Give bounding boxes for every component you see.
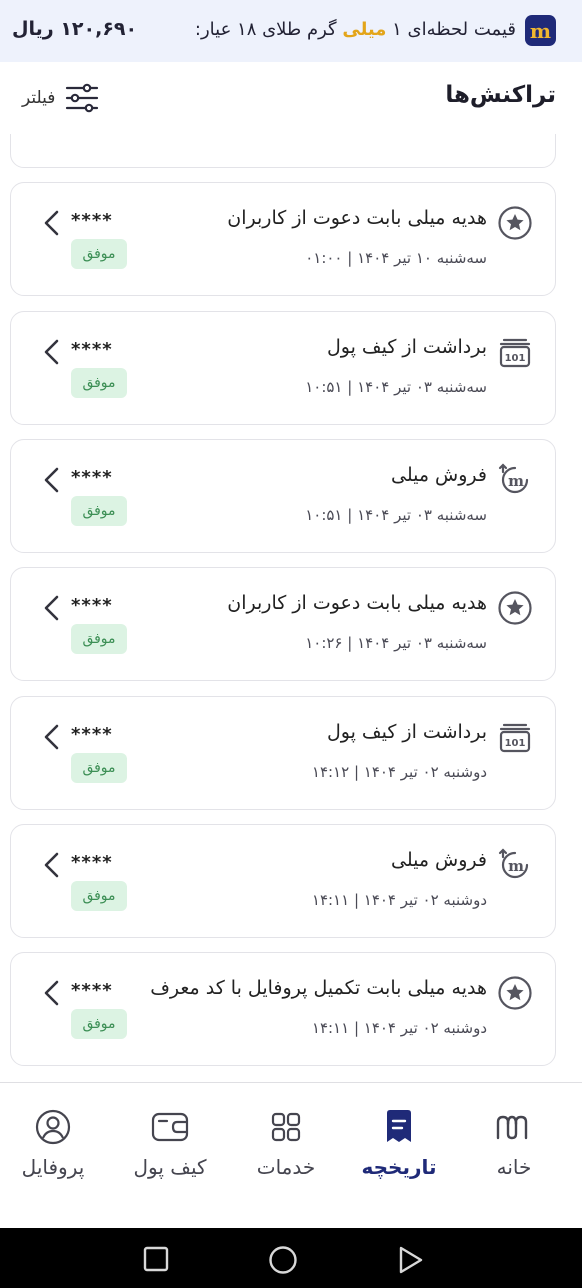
transaction-date: دوشنبه ۰۲ تیر ۱۴۰۴ | ۱۴:۱۲ <box>311 763 487 781</box>
transaction-title: برداشت از کیف پول <box>326 721 487 743</box>
transaction-date: سه‌شنبه ۰۳ تیر ۱۴۰۴ | ۱۰:۵۱ <box>305 506 487 524</box>
sell-milli-icon: m <box>497 462 533 498</box>
gold-price-value: ۱۲۰,۶۹۰ ریال <box>12 18 138 40</box>
transaction-date: سه‌شنبه ۰۳ تیر ۱۴۰۴ | ۱۰:۲۶ <box>305 634 487 652</box>
transactions-list[interactable]: هدیه میلی بابت دعوت از کاربران سه‌شنبه ۱۰… <box>0 134 582 1082</box>
status-badge: موفق <box>71 1009 127 1039</box>
system-nav-bar <box>0 1228 582 1288</box>
transaction-date: دوشنبه ۰۲ تیر ۱۴۰۴ | ۱۴:۱۱ <box>311 1019 487 1037</box>
star-icon <box>497 590 533 626</box>
circle-icon[interactable] <box>268 1245 298 1275</box>
nav-home[interactable]: خانه <box>466 1083 562 1229</box>
transaction-title: برداشت از کیف پول <box>326 336 487 358</box>
transaction-title: فروش میلی <box>390 464 487 486</box>
svg-text:m: m <box>508 472 524 490</box>
svg-text:101: 101 <box>505 738 526 749</box>
filter-button[interactable]: فیلتر <box>22 82 99 114</box>
chevron-left-icon[interactable] <box>41 209 63 237</box>
transaction-title: هدیه میلی بابت تکمیل پروفایل با کد معرف <box>150 977 487 999</box>
live-price-bar: ۱۲۰,۶۹۰ ریال قیمت لحظه‌ای ۱ میلی گرم طلا… <box>0 0 582 62</box>
milli-logo: m <box>525 15 556 46</box>
transaction-card[interactable]: 101 برداشت از کیف پول سه‌شنبه ۰۳ تیر ۱۴۰۴ … <box>10 311 556 425</box>
transaction-card[interactable]: هدیه میلی بابت دعوت از کاربران سه‌شنبه ۱۰… <box>10 182 556 296</box>
star-icon <box>497 205 533 241</box>
grid-icon <box>266 1107 306 1147</box>
transaction-title: هدیه میلی بابت دعوت از کاربران <box>227 592 487 614</box>
nav-profile[interactable]: پروفایل <box>8 1083 98 1229</box>
gold-price-label: قیمت لحظه‌ای ۱ میلی گرم طلای ۱۸ عیار: <box>194 19 516 40</box>
status-badge: موفق <box>71 753 127 783</box>
bottom-nav: خانه تاریخچه خدمات کیف پول پروفایل <box>0 1082 582 1228</box>
square-icon[interactable] <box>143 1246 169 1272</box>
receipt-icon <box>379 1107 419 1147</box>
status-badge: موفق <box>71 496 127 526</box>
transaction-card[interactable]: 101 برداشت از کیف پول دوشنبه ۰۲ تیر ۱۴۰۴ |… <box>10 696 556 810</box>
withdraw-wallet-icon: 101 <box>497 719 533 755</box>
filter-label: فیلتر <box>22 88 56 108</box>
star-icon <box>497 975 533 1011</box>
nav-profile-label: پروفایل <box>21 1155 85 1179</box>
page-header: تراکنش‌ها فیلتر <box>0 62 582 134</box>
transaction-amount-masked: **** <box>71 852 113 873</box>
transaction-date: سه‌شنبه ۰۳ تیر ۱۴۰۴ | ۱۰:۵۱ <box>305 378 487 396</box>
status-badge: موفق <box>71 881 127 911</box>
nav-services[interactable]: خدمات <box>240 1083 332 1229</box>
chevron-left-icon[interactable] <box>41 594 63 622</box>
nav-wallet-label: کیف پول <box>133 1155 207 1179</box>
nav-home-label: خانه <box>496 1155 532 1179</box>
chevron-left-icon[interactable] <box>41 466 63 494</box>
svg-text:m: m <box>508 857 524 875</box>
transaction-date: دوشنبه ۰۲ تیر ۱۴۰۴ | ۱۴:۱۱ <box>311 891 487 909</box>
milli-highlight: میلی <box>342 19 387 40</box>
status-badge: موفق <box>71 624 127 654</box>
transaction-amount-masked: **** <box>71 210 113 231</box>
chevron-left-icon[interactable] <box>41 338 63 366</box>
transaction-title: فروش میلی <box>390 849 487 871</box>
status-badge: موفق <box>71 239 127 269</box>
milli-logo-icon <box>494 1107 534 1147</box>
nav-wallet[interactable]: کیف پول <box>114 1083 226 1229</box>
chevron-left-icon[interactable] <box>41 851 63 879</box>
transaction-card[interactable]: m فروش میلی سه‌شنبه ۰۳ تیر ۱۴۰۴ | ۱۰:۵۱ ***… <box>10 439 556 553</box>
transaction-card[interactable]: هدیه میلی بابت تکمیل پروفایل با کد معرف د… <box>10 952 556 1066</box>
transaction-card[interactable]: m فروش میلی دوشنبه ۰۲ تیر ۱۴۰۴ | ۱۴:۱۱ ****… <box>10 824 556 938</box>
transaction-amount-masked: **** <box>71 980 113 1001</box>
transaction-card[interactable]: هدیه میلی بابت دعوت از کاربران سه‌شنبه ۰۳… <box>10 567 556 681</box>
chevron-left-icon[interactable] <box>41 979 63 1007</box>
transaction-date: سه‌شنبه ۱۰ تیر ۱۴۰۴ | ۰۱:۰۰ <box>305 249 487 267</box>
transaction-amount-masked: **** <box>71 595 113 616</box>
wallet-icon <box>150 1107 190 1147</box>
user-circle-icon <box>33 1107 73 1147</box>
filter-sliders-icon <box>66 83 99 113</box>
nav-history[interactable]: تاریخچه <box>352 1083 446 1229</box>
svg-text:101: 101 <box>505 353 526 364</box>
nav-services-label: خدمات <box>256 1155 316 1179</box>
transaction-amount-masked: **** <box>71 339 113 360</box>
triangle-back-icon[interactable] <box>397 1245 425 1275</box>
transaction-amount-masked: **** <box>71 467 113 488</box>
transaction-amount-masked: **** <box>71 724 113 745</box>
transaction-card-partial[interactable] <box>10 134 556 168</box>
status-badge: موفق <box>71 368 127 398</box>
page-title: تراکنش‌ها <box>445 82 556 108</box>
transaction-title: هدیه میلی بابت دعوت از کاربران <box>227 207 487 229</box>
sell-milli-icon: m <box>497 847 533 883</box>
withdraw-wallet-icon: 101 <box>497 334 533 370</box>
nav-history-label: تاریخچه <box>361 1155 437 1179</box>
chevron-left-icon[interactable] <box>41 723 63 751</box>
